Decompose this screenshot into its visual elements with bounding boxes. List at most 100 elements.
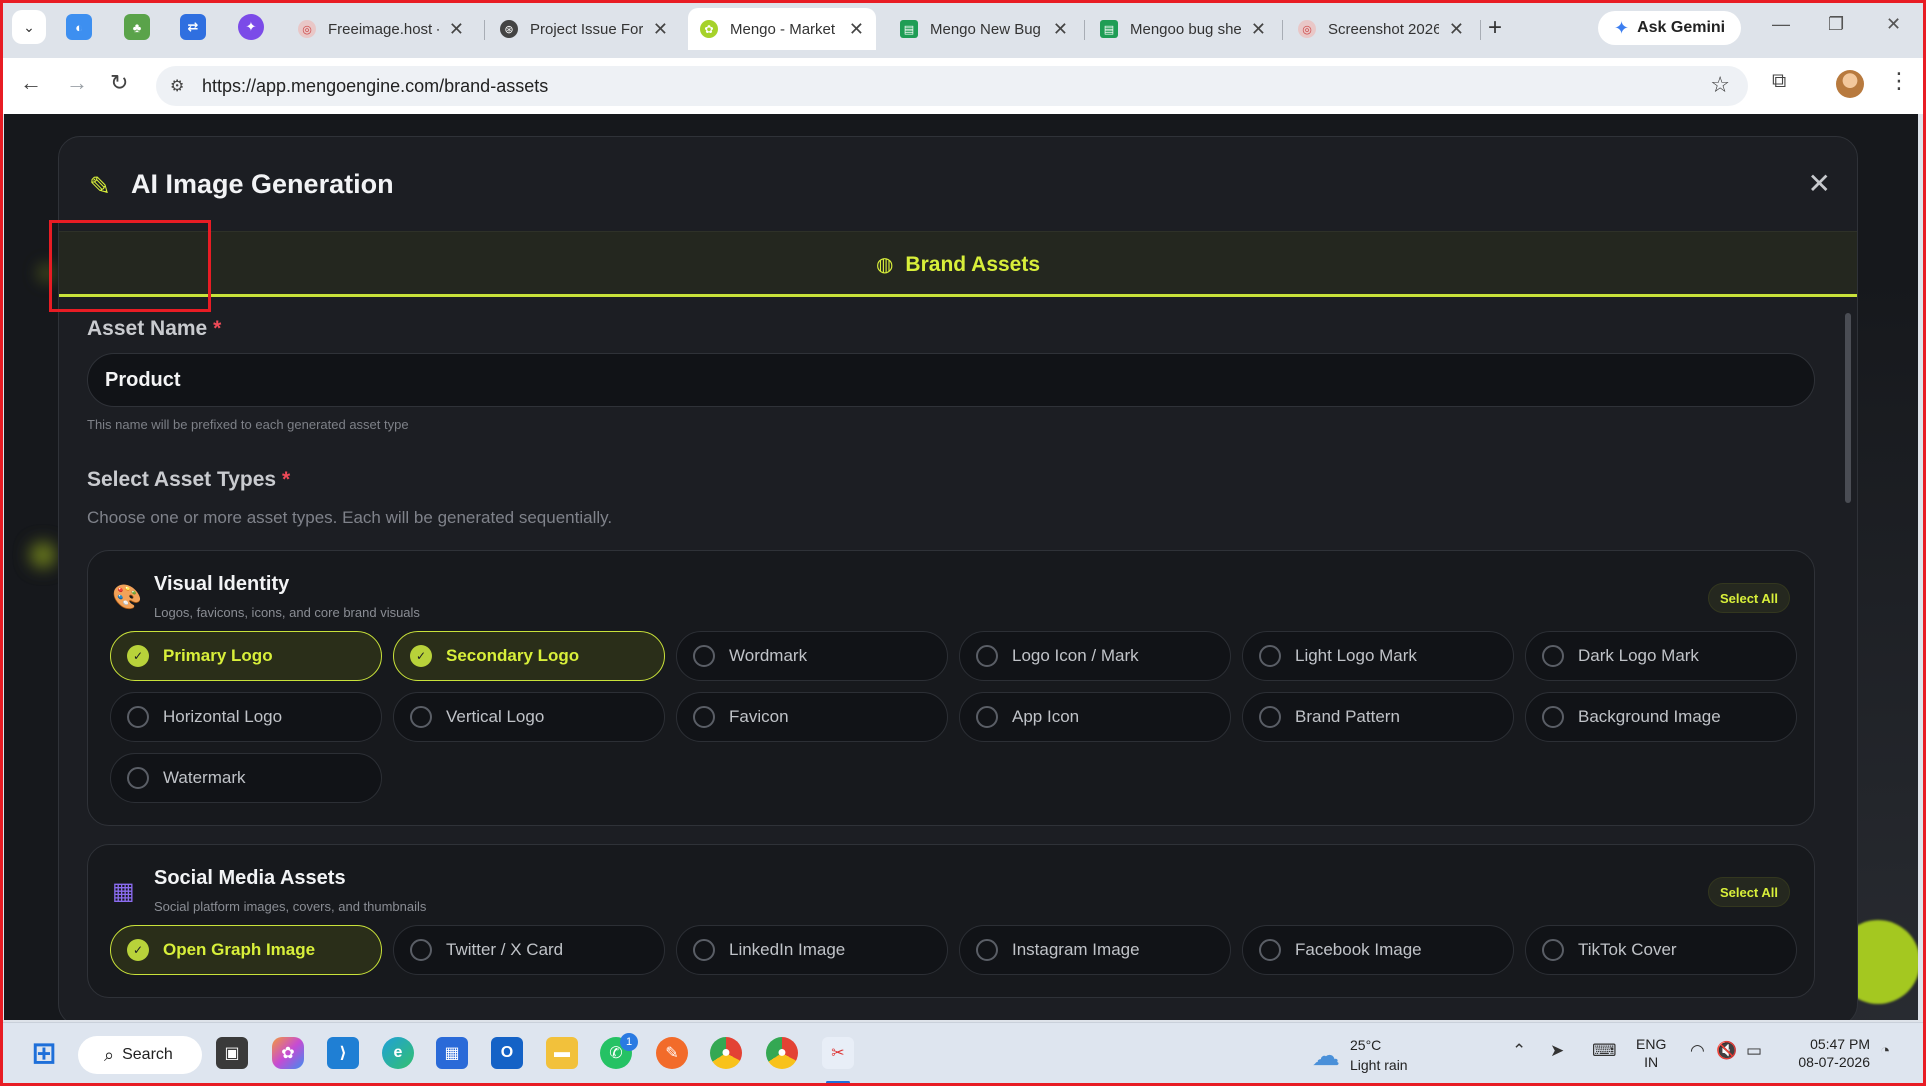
active-app-indicator [826,1081,850,1084]
tab-mengoo-bug-sheet[interactable]: ▤ Mengoo bug she ✕ [1088,8,1278,50]
asset-type-option[interactable]: LinkedIn Image [676,925,948,975]
tab-favicon-icon: ✿ [700,20,718,38]
tab-search-button[interactable]: ⌄ [12,10,46,44]
bookmark-star-icon[interactable]: ☆ [1710,72,1730,98]
asset-type-option[interactable]: Facebook Image [1242,925,1514,975]
snipping-tool-icon[interactable]: ✂ [822,1037,854,1069]
asset-type-option[interactable]: ✓ Secondary Logo [393,631,665,681]
tab-mengo-new-bug[interactable]: ▤ Mengo New Bug ✕ [888,8,1080,50]
modal-title: AI Image Generation [131,169,394,199]
asset-type-label: Twitter / X Card [446,940,564,959]
chrome-icon[interactable]: ● [766,1037,798,1069]
store-icon[interactable]: ▦ [436,1037,468,1069]
volume-muted-icon[interactable]: 🔇 [1716,1041,1737,1061]
asset-types-subtitle: Choose one or more asset types. Each wil… [87,508,613,527]
site-info-icon[interactable]: ⚙ [170,76,184,96]
asset-type-option[interactable]: Horizontal Logo [110,692,382,742]
tab-strip: ⌄ ◐ ♣ ⇄ ✦ ◎ Freeimage.host - ✕ ⊛ Project… [0,0,1926,58]
minimize-icon[interactable]: — [1772,14,1790,35]
tab-project-issue[interactable]: ⊛ Project Issue For ✕ [488,8,680,50]
language-indicator[interactable]: ENG IN [1636,1035,1666,1071]
cloud-rain-icon: ☁ [1312,1040,1340,1071]
pen-app-icon[interactable]: ✎ [656,1037,688,1069]
location-icon[interactable]: ➤ [1550,1041,1564,1061]
ask-gemini-button[interactable]: ✦ Ask Gemini [1598,11,1742,45]
extensions-icon[interactable]: ⧉ [1772,70,1786,93]
asset-type-label: Primary Logo [163,646,273,665]
task-view-icon[interactable]: ▣ [216,1037,248,1069]
radio-circle-icon [1259,645,1281,667]
chevron-up-icon[interactable]: ⌃ [1512,1041,1526,1061]
modal-scrollbar[interactable] [1845,313,1851,503]
restore-icon[interactable]: ❐ [1828,14,1844,35]
tab-close-icon[interactable]: ✕ [849,19,864,40]
pinned-tab-1[interactable]: ◐ [66,14,92,40]
copilot-icon[interactable]: ✿ [272,1037,304,1069]
reload-icon[interactable]: ↻ [110,70,128,96]
page-viewport: ✎ AI Image Generation ✕ ◍ Brand Assets A… [4,114,1918,1020]
tab-freeimage[interactable]: ◎ Freeimage.host - ✕ [286,8,476,50]
notification-icon[interactable]: ◔ [1880,1041,1890,1061]
radio-circle-icon [1542,939,1564,961]
browser-toolbar: ← → ↻ ⚙ https://app.mengoengine.com/bran… [0,58,1926,114]
tab-close-icon[interactable]: ✕ [1251,19,1266,40]
battery-icon[interactable]: ▭ [1746,1041,1762,1061]
asset-type-label: Wordmark [729,646,808,665]
taskbar-search[interactable]: ⌕ Search [78,1036,202,1074]
asset-form: Asset Name * Product This name will be p… [87,317,1815,998]
select-all-button[interactable]: Select All [1707,583,1790,613]
radio-circle-icon [1542,706,1564,728]
asset-type-option[interactable]: Twitter / X Card [393,925,665,975]
tab-favicon-icon: ◎ [1298,20,1316,38]
vscode-icon[interactable]: ⟩ [327,1037,359,1069]
asset-type-option[interactable]: Dark Logo Mark [1525,631,1797,681]
file-explorer-icon[interactable]: ▬ [546,1037,578,1069]
pinned-tab-4[interactable]: ✦ [238,14,264,40]
asset-type-option[interactable]: Logo Icon / Mark [959,631,1231,681]
edge-icon[interactable]: e [382,1037,414,1069]
asset-type-option[interactable]: App Icon [959,692,1231,742]
outlook-icon[interactable]: O [491,1037,523,1069]
modal-header: ✎ AI Image Generation ✕ [59,137,1857,231]
url-text[interactable]: https://app.mengoengine.com/brand-assets [202,76,548,97]
tab-title: Freeimage.host - [328,20,439,38]
asset-type-option[interactable]: TikTok Cover [1525,925,1797,975]
browser-menu-icon[interactable]: ⋮ [1888,68,1910,94]
asset-type-option[interactable]: Favicon [676,692,948,742]
select-all-button[interactable]: Select All [1707,877,1790,907]
window-close-icon[interactable]: ✕ [1886,14,1901,35]
tab-close-icon[interactable]: ✕ [653,19,668,40]
wifi-icon[interactable]: ◠ [1690,1041,1705,1061]
tab-close-icon[interactable]: ✕ [1449,19,1464,40]
windows-start-icon[interactable]: ⊞ [28,1037,60,1070]
back-icon[interactable]: ← [20,70,42,96]
tab-screenshot[interactable]: ◎ Screenshot 2026 ✕ [1286,8,1476,50]
pinned-tab-2[interactable]: ♣ [124,14,150,40]
asset-type-option[interactable]: Brand Pattern [1242,692,1514,742]
pinned-tab-3[interactable]: ⇄ [180,14,206,40]
new-tab-button[interactable]: + [1488,14,1502,42]
clock[interactable]: 05:47 PM 08-07-2026 [1792,1035,1870,1071]
close-icon[interactable]: ✕ [1808,167,1831,200]
tab-brand-assets[interactable]: ◍ Brand Assets [59,231,1857,297]
asset-type-option[interactable]: Background Image [1525,692,1797,742]
asset-type-option[interactable]: Instagram Image [959,925,1231,975]
tab-close-icon[interactable]: ✕ [449,19,464,40]
asset-type-option[interactable]: Watermark [110,753,382,803]
keyboard-icon[interactable]: ⌨ [1592,1041,1617,1061]
whatsapp-badge: 1 [620,1033,638,1051]
tab-mengo-market[interactable]: ✿ Mengo - Market ✕ [688,8,876,50]
asset-type-option[interactable]: ✓ Primary Logo [110,631,382,681]
profile-avatar[interactable] [1836,70,1864,98]
asset-name-input[interactable]: Product [87,353,1815,407]
tab-favicon-icon: ⊛ [500,20,518,38]
asset-type-option[interactable]: Wordmark [676,631,948,681]
tab-close-icon[interactable]: ✕ [1053,19,1068,40]
asset-type-option[interactable]: ✓ Open Graph Image [110,925,382,975]
asset-type-label: TikTok Cover [1578,940,1677,959]
asset-type-option[interactable]: Light Logo Mark [1242,631,1514,681]
address-bar[interactable]: ⚙ https://app.mengoengine.com/brand-asse… [156,66,1748,106]
chrome-profile-icon[interactable]: ● [710,1037,742,1069]
forward-icon[interactable]: → [66,70,88,96]
asset-type-option[interactable]: Vertical Logo [393,692,665,742]
